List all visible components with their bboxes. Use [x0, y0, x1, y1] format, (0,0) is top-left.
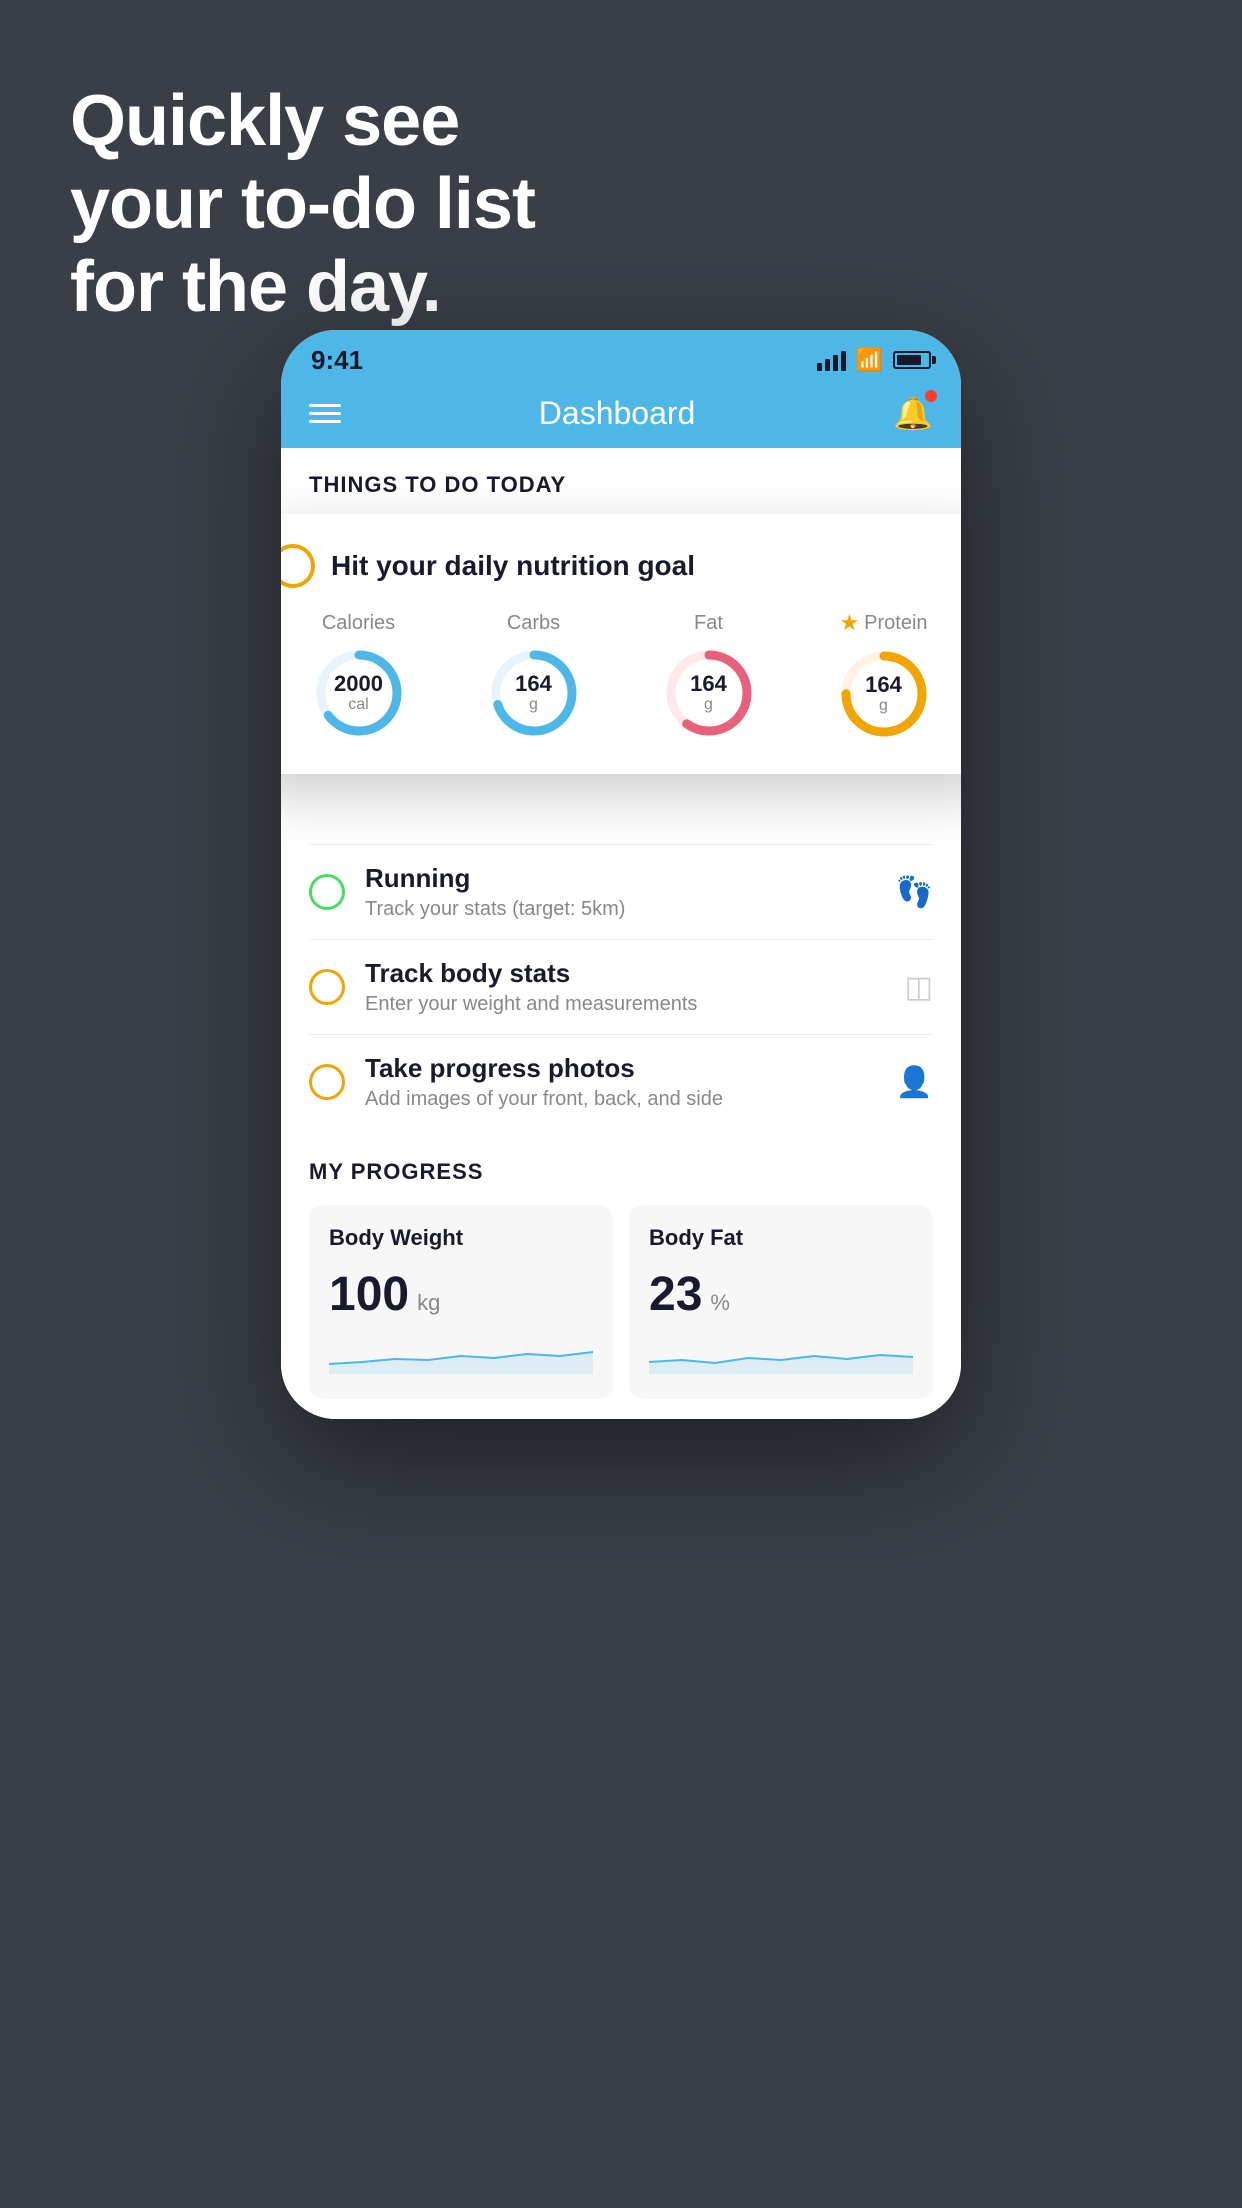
star-icon: ★	[839, 610, 859, 636]
todo-text-body-stats: Track body stats Enter your weight and m…	[365, 958, 885, 1016]
body-fat-value-row: 23 %	[649, 1267, 913, 1322]
todo-title-body-stats: Track body stats	[365, 958, 885, 989]
nutrition-stats: Calories 2000 cal	[281, 610, 961, 744]
calories-label: Calories	[322, 612, 395, 635]
status-bar: 9:41 📶	[281, 330, 961, 384]
hero-text: Quickly see your to-do list for the day.	[70, 80, 535, 328]
body-weight-chart	[329, 1334, 593, 1374]
nutrition-card-title: Hit your daily nutrition goal	[331, 550, 695, 582]
fat-stat: Fat 164 g	[659, 612, 759, 743]
notification-dot	[925, 390, 937, 402]
protein-stat: ★ Protein 164 g	[834, 610, 934, 744]
hero-line-3: for the day.	[70, 246, 535, 329]
nav-bar: Dashboard 🔔	[281, 384, 961, 448]
todo-item-running[interactable]: Running Track your stats (target: 5km) 👣	[309, 844, 933, 939]
things-section-header: THINGS TO DO TODAY	[281, 448, 961, 514]
battery-icon	[893, 351, 931, 369]
hero-line-1: Quickly see	[70, 80, 535, 163]
status-icons: 📶	[817, 347, 931, 373]
calories-stat: Calories 2000 cal	[309, 612, 409, 743]
todo-subtitle-running: Track your stats (target: 5km)	[365, 898, 876, 921]
nav-title: Dashboard	[539, 395, 696, 432]
protein-donut: 164 g	[834, 644, 934, 744]
todo-circle-running	[309, 874, 345, 910]
fat-donut: 164 g	[659, 643, 759, 743]
phone-screen: 9:41 📶 Dashboard	[281, 330, 961, 1419]
todo-text-photos: Take progress photos Add images of your …	[365, 1053, 876, 1111]
protein-label: ★ Protein	[839, 610, 927, 636]
fat-label: Fat	[694, 612, 723, 635]
signal-icon	[817, 349, 846, 371]
todo-circle-body-stats	[309, 969, 345, 1005]
status-time: 9:41	[311, 345, 363, 376]
body-fat-card[interactable]: Body Fat 23 %	[629, 1205, 933, 1399]
body-fat-chart	[649, 1334, 913, 1374]
progress-cards: Body Weight 100 kg Body Fat	[309, 1205, 933, 1399]
body-weight-unit: kg	[417, 1290, 440, 1316]
todo-list: Running Track your stats (target: 5km) 👣…	[281, 844, 961, 1129]
notification-bell-icon[interactable]: 🔔	[893, 394, 933, 432]
body-weight-value-row: 100 kg	[329, 1267, 593, 1322]
phone-mockup: 9:41 📶 Dashboard	[281, 330, 961, 1419]
person-icon: 👤	[896, 1065, 933, 1100]
body-fat-title: Body Fat	[649, 1225, 913, 1251]
body-weight-title: Body Weight	[329, 1225, 593, 1251]
nutrition-check-circle[interactable]	[281, 544, 315, 588]
nutrition-card: Hit your daily nutrition goal Calories	[281, 514, 961, 774]
hero-line-2: your to-do list	[70, 163, 535, 246]
todo-title-running: Running	[365, 863, 876, 894]
todo-title-photos: Take progress photos	[365, 1053, 876, 1084]
app-content: THINGS TO DO TODAY Hit your daily nutrit…	[281, 448, 961, 1419]
menu-icon[interactable]	[309, 404, 341, 423]
body-fat-value: 23	[649, 1267, 702, 1322]
todo-subtitle-body-stats: Enter your weight and measurements	[365, 993, 885, 1016]
progress-header: MY PROGRESS	[309, 1159, 933, 1185]
nutrition-card-header: Hit your daily nutrition goal	[281, 544, 961, 588]
progress-section: MY PROGRESS Body Weight 100 kg	[281, 1129, 961, 1419]
carbs-label: Carbs	[507, 612, 560, 635]
wifi-icon: 📶	[856, 347, 883, 373]
body-weight-value: 100	[329, 1267, 409, 1322]
todo-circle-photos	[309, 1064, 345, 1100]
todo-item-body-stats[interactable]: Track body stats Enter your weight and m…	[309, 939, 933, 1034]
todo-subtitle-photos: Add images of your front, back, and side	[365, 1088, 876, 1111]
carbs-stat: Carbs 164 g	[484, 612, 584, 743]
todo-text-running: Running Track your stats (target: 5km)	[365, 863, 876, 921]
carbs-donut: 164 g	[484, 643, 584, 743]
calories-donut: 2000 cal	[309, 643, 409, 743]
shoe-icon: 👣	[896, 875, 933, 910]
body-weight-card[interactable]: Body Weight 100 kg	[309, 1205, 613, 1399]
scale-icon: ◫	[905, 970, 933, 1005]
todo-item-photos[interactable]: Take progress photos Add images of your …	[309, 1034, 933, 1129]
body-fat-unit: %	[710, 1290, 730, 1316]
